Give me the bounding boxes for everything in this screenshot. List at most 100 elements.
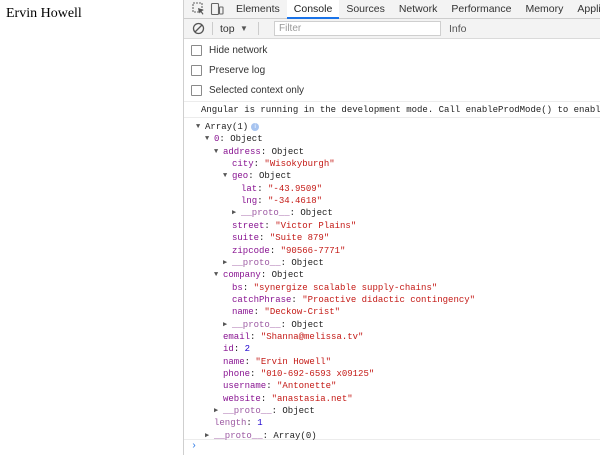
context-selector[interactable]: top [220, 22, 235, 36]
tree-token: phone [223, 369, 251, 379]
tree-token: 2 [244, 344, 251, 355]
tree-token: bs [232, 282, 243, 293]
tree-row[interactable]: ▶ __proto__: Object [232, 207, 333, 219]
tree-token: : [253, 307, 265, 318]
log-levels-dropdown[interactable]: Info [449, 22, 467, 36]
tree-token: catchPhrase [232, 294, 292, 305]
tree-token: id [223, 344, 234, 355]
tree-row: phone: "010-692-6593 x09125" [223, 368, 374, 380]
tree-row[interactable]: ▼ geo: Object [223, 170, 291, 182]
tree-row: bs: "synergize scalable supply-chains" [232, 282, 437, 294]
tree-token: : [246, 418, 258, 429]
tree-token: "90566-7771" [280, 245, 346, 256]
tree-token: : [260, 393, 272, 404]
tree-token: "Wisokyburgh" [264, 159, 335, 170]
tree-token: : Object [289, 208, 333, 219]
tree-row[interactable]: ▶ __proto__: Array(0) [205, 430, 317, 442]
tree-token: __proto__ [232, 257, 281, 268]
tree-token: "Proactive didactic contingency" [302, 294, 476, 305]
tree-row[interactable]: ▼ Array(1) i [196, 121, 260, 133]
tree-token: __proto__ [241, 208, 290, 219]
tree-token: geo [232, 171, 249, 182]
tree-token: "-43.9509" [268, 183, 323, 194]
devtools-panel: Elements Console Sources Network Performance… [183, 0, 600, 455]
tree-token: : [269, 245, 281, 256]
tree-token: : Object [280, 319, 324, 330]
collapsed-triangle-icon[interactable]: ▶ [214, 405, 223, 417]
tree-token: : [242, 282, 254, 293]
tree-token: website [223, 393, 261, 404]
tab-performance[interactable]: Performance [444, 0, 518, 19]
devtools-tabs: Elements Console Sources Network Performance… [229, 0, 600, 19]
tree-row[interactable]: ▶ __proto__: Object [214, 405, 315, 417]
tree-row[interactable]: ▼ address: Object [214, 146, 304, 158]
tree-token: "Deckow-Crist" [264, 307, 341, 318]
page-heading: Ervin Howell [6, 6, 82, 21]
tree-token: "Victor Plains" [275, 220, 357, 231]
tree-token: : Object [260, 146, 305, 157]
expanded-triangle-icon[interactable]: ▼ [214, 146, 223, 158]
expanded-triangle-icon[interactable]: ▼ [223, 170, 232, 182]
console-output: Angular is running in the development mo… [184, 101, 600, 455]
setting-selected-context[interactable]: Selected context only [191, 82, 304, 98]
clear-console-icon[interactable] [192, 22, 205, 35]
tree-token: : Object [280, 257, 324, 268]
tree-token: 1 [257, 418, 263, 429]
setting-hide-network[interactable]: Hide network [191, 42, 267, 58]
web-page: Ervin Howell [0, 0, 183, 455]
tree-token: : Object [248, 171, 292, 182]
tab-memory[interactable]: Memory [518, 0, 570, 19]
tree-token: address [223, 146, 261, 157]
tree-token: : [266, 381, 278, 392]
tree-token: "Suite 879" [269, 233, 330, 244]
tree-token: : [264, 220, 276, 231]
expanded-triangle-icon[interactable]: ▼ [205, 133, 214, 145]
tree-row: lng: "-34.4618" [241, 195, 322, 207]
tree-token: : Array(0) [262, 430, 317, 441]
tree-token: "synergize scalable supply-chains" [253, 282, 438, 293]
tree-row: id: 2 [223, 343, 250, 355]
tab-application[interactable]: Application [570, 0, 600, 19]
device-toolbar-icon[interactable] [210, 2, 224, 16]
tree-token: : [257, 183, 269, 194]
hide-network-checkbox[interactable] [191, 44, 202, 56]
tree-token: city [232, 159, 254, 170]
tree-token: lng [241, 196, 258, 207]
collapsed-triangle-icon[interactable]: ▶ [223, 319, 232, 331]
collapsed-triangle-icon[interactable]: ▶ [232, 207, 241, 219]
tree-token: lat [241, 183, 258, 194]
tree-row[interactable]: ▼ company: Object [214, 269, 304, 281]
tab-sources[interactable]: Sources [339, 0, 392, 19]
tree-token: suite [232, 233, 260, 244]
tab-elements[interactable]: Elements [229, 0, 287, 19]
tree-row[interactable]: ▼ 0: Object [205, 133, 263, 145]
tree-token: : Object [260, 270, 305, 281]
tree-token: length [214, 418, 247, 429]
inspect-element-icon[interactable] [192, 2, 206, 16]
selected-context-checkbox[interactable] [191, 84, 202, 96]
tree-row[interactable]: ▶ __proto__: Object [223, 319, 324, 331]
info-badge-icon[interactable]: i [251, 122, 260, 131]
collapsed-triangle-icon[interactable]: ▶ [223, 257, 232, 269]
tab-console[interactable]: Console [286, 0, 340, 19]
tree-token: : Object [271, 406, 315, 417]
tree-row: catchPhrase: "Proactive didactic conting… [232, 294, 475, 306]
setting-preserve-log[interactable]: Preserve log [191, 62, 265, 78]
tree-token: "anastasia.net" [271, 393, 353, 404]
tree-row[interactable]: ▶ __proto__: Object [223, 257, 324, 269]
preserve-log-checkbox[interactable] [191, 64, 202, 76]
tree-token: : [233, 344, 245, 355]
tree-token: name [223, 356, 245, 367]
expanded-triangle-icon[interactable]: ▼ [196, 121, 205, 133]
tree-token: zipcode [232, 245, 270, 256]
context-dropdown-arrow-icon[interactable]: ▼ [240, 22, 248, 36]
tab-network[interactable]: Network [392, 0, 445, 19]
tree-token: : [291, 294, 303, 305]
tree-row: suite: "Suite 879" [232, 232, 329, 244]
console-filter-input[interactable] [274, 21, 441, 36]
collapsed-triangle-icon[interactable]: ▶ [205, 430, 214, 442]
toolbar-divider [258, 22, 259, 35]
tree-row: website: "anastasia.net" [223, 393, 353, 405]
expanded-triangle-icon[interactable]: ▼ [214, 269, 223, 281]
tree-token: "Antonette" [277, 381, 337, 392]
